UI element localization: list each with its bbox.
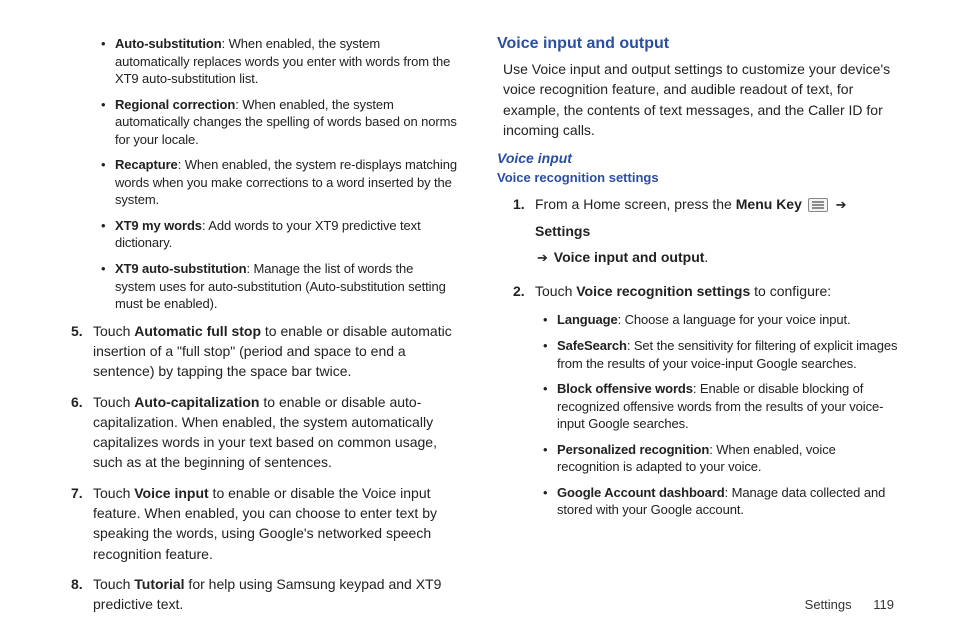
xt9-bullet-list: Auto-substitution: When enabled, the sys… [55, 35, 457, 313]
section-heading: Voice input and output [497, 35, 899, 53]
subheading-voice-input: Voice input [497, 150, 899, 166]
list-item: Block offensive words: Enable or disable… [547, 380, 899, 433]
list-item: XT9 my words: Add words to your XT9 pred… [105, 217, 457, 252]
text: Touch Voice input to enable or disable t… [93, 485, 437, 562]
term: Regional correction [115, 97, 235, 112]
term: Language [557, 312, 618, 327]
page-number: 119 [873, 597, 894, 612]
step-number: 1. [513, 191, 525, 218]
step-number: 5. [71, 321, 83, 341]
step-6: 6. Touch Auto-capitalization to enable o… [77, 392, 457, 473]
term: XT9 auto-substitution [115, 261, 247, 276]
term: Recapture [115, 157, 178, 172]
list-item: Google Account dashboard: Manage data co… [547, 484, 899, 519]
list-item: Personalized recognition: When enabled, … [547, 441, 899, 476]
arrow-icon: ➔ [836, 197, 847, 212]
list-item: Regional correction: When enabled, the s… [105, 96, 457, 149]
list-item: SafeSearch: Set the sensitivity for filt… [547, 337, 899, 372]
term: XT9 my words [115, 218, 202, 233]
arrow-icon: ➔ [537, 250, 548, 265]
page-footer: Settings 119 [805, 597, 894, 612]
step-1: 1. From a Home screen, press the Menu Ke… [519, 191, 899, 271]
step-8: 8. Touch Tutorial for help using Samsung… [77, 574, 457, 615]
list-item: Language: Choose a language for your voi… [547, 311, 899, 329]
term: Auto-substitution [115, 36, 222, 51]
term: Personalized recognition [557, 442, 709, 457]
voice-steps: 1. From a Home screen, press the Menu Ke… [497, 191, 899, 301]
text: Touch Auto-capitalization to enable or d… [93, 394, 437, 471]
list-item: Auto-substitution: When enabled, the sys… [105, 35, 457, 88]
numbered-steps: 5. Touch Automatic full stop to enable o… [55, 321, 457, 615]
section-intro: Use Voice input and output settings to c… [503, 59, 899, 140]
voice-bullet-list: Language: Choose a language for your voi… [497, 311, 899, 518]
footer-section: Settings [805, 597, 852, 612]
term: SafeSearch [557, 338, 627, 353]
term: Block offensive words [557, 381, 693, 396]
step-2: 2. Touch Voice recognition settings to c… [519, 281, 899, 301]
step-number: 8. [71, 574, 83, 594]
step-7: 7. Touch Voice input to enable or disabl… [77, 483, 457, 564]
step-number: 7. [71, 483, 83, 503]
step-number: 6. [71, 392, 83, 412]
step-5: 5. Touch Automatic full stop to enable o… [77, 321, 457, 382]
text: From a Home screen, press the Menu Key ➔… [535, 196, 849, 265]
page-content: Auto-substitution: When enabled, the sys… [55, 35, 899, 625]
list-item: XT9 auto-substitution: Manage the list o… [105, 260, 457, 313]
text: Touch Automatic full stop to enable or d… [93, 323, 452, 380]
subheading-recognition-settings: Voice recognition settings [497, 170, 899, 185]
desc: : Choose a language for your voice input… [618, 312, 851, 327]
left-column: Auto-substitution: When enabled, the sys… [55, 35, 457, 625]
right-column: Voice input and output Use Voice input a… [497, 35, 899, 625]
text: Touch Tutorial for help using Samsung ke… [93, 576, 441, 612]
menu-key-icon [808, 198, 828, 212]
list-item: Recapture: When enabled, the system re-d… [105, 156, 457, 209]
term: Google Account dashboard [557, 485, 725, 500]
step-number: 2. [513, 281, 525, 301]
text: Touch Voice recognition settings to conf… [535, 283, 831, 299]
